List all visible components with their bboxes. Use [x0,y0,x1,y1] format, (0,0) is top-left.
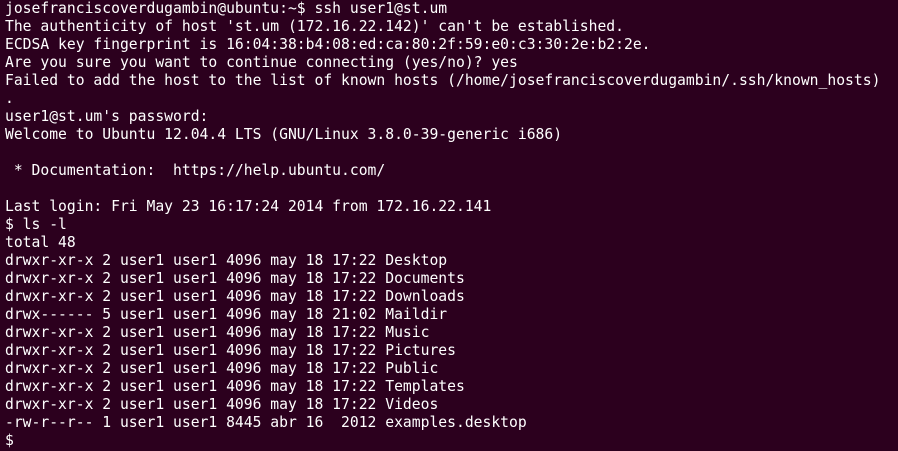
command-prompt[interactable]: $ [5,432,898,450]
terminal-line: user1@st.um's password: [5,108,209,125]
terminal-line: drwxr-xr-x 2 user1 user1 4096 may 18 17:… [5,360,439,377]
prompt-symbol: $ [5,432,14,449]
terminal-line: drwxr-xr-x 2 user1 user1 4096 may 18 17:… [5,378,465,395]
terminal-line: drwxr-xr-x 2 user1 user1 4096 may 18 17:… [5,288,465,305]
terminal-line: josefranciscoverdugambin@ubuntu:~$ ssh u… [5,0,448,17]
terminal-line: ECDSA key fingerprint is 16:04:38:b4:08:… [5,36,651,53]
terminal-line: * Documentation: https://help.ubuntu.com… [5,162,386,179]
terminal-line: Are you sure you want to continue connec… [5,54,518,71]
terminal-line: Failed to add the host to the list of kn… [5,72,881,89]
text-cursor [14,432,23,448]
terminal-line: drwxr-xr-x 2 user1 user1 4096 may 18 17:… [5,252,448,269]
terminal-line: The authenticity of host 'st.um (172.16.… [5,18,624,35]
terminal-line: drwx------ 5 user1 user1 4096 may 18 21:… [5,306,448,323]
terminal-line: . [5,90,14,107]
terminal-line: drwxr-xr-x 2 user1 user1 4096 may 18 17:… [5,324,430,341]
terminal-line: -rw-r--r-- 1 user1 user1 8445 abr 16 201… [5,414,527,431]
terminal-line: $ ls -l [5,216,67,233]
terminal-line: drwxr-xr-x 2 user1 user1 4096 may 18 17:… [5,396,439,413]
terminal-line: Welcome to Ubuntu 12.04.4 LTS (GNU/Linux… [5,126,563,143]
terminal-line: total 48 [5,234,76,251]
terminal-line: Last login: Fri May 23 16:17:24 2014 fro… [5,198,492,215]
terminal-window[interactable]: josefranciscoverdugambin@ubuntu:~$ ssh u… [0,0,898,451]
terminal-line: drwxr-xr-x 2 user1 user1 4096 may 18 17:… [5,270,465,287]
terminal-line: drwxr-xr-x 2 user1 user1 4096 may 18 17:… [5,342,456,359]
